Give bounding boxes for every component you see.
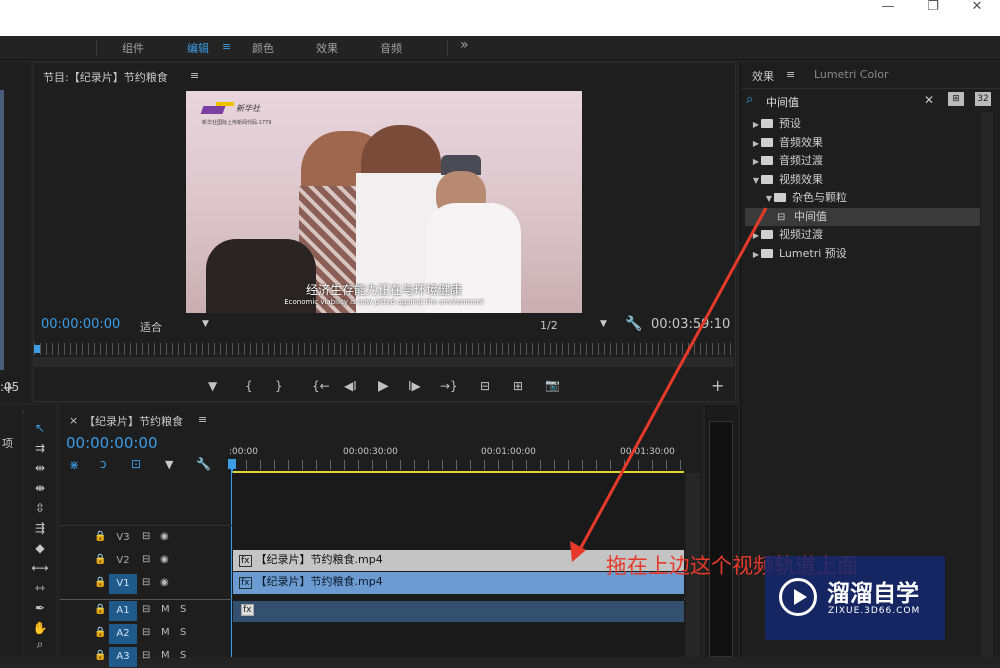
watermark-play-icon [779,578,817,616]
watermark-cn: 溜溜自学 [827,581,919,607]
watermark: 溜溜自学 ZIXUE.3D66.COM [765,556,945,640]
watermark-en: ZIXUE.3D66.COM [828,606,921,616]
